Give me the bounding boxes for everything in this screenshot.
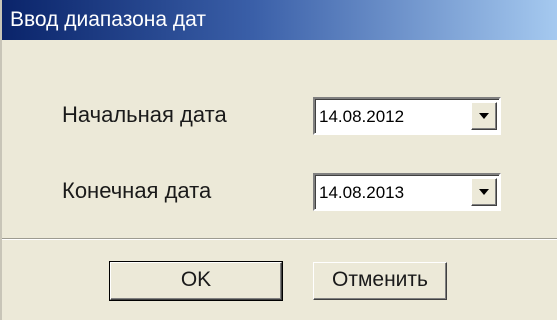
button-area-separator [2, 238, 557, 240]
end-date-label: Конечная дата [62, 178, 212, 203]
date-range-dialog: Ввод диапазона дат Начальная дата 14.08.… [0, 0, 557, 320]
start-date-dropdown-button[interactable] [471, 102, 497, 130]
window-title: Ввод диапазона дат [10, 8, 206, 31]
title-bar[interactable]: Ввод диапазона дат [2, 0, 557, 40]
start-date-value[interactable]: 14.08.2012 [319, 107, 404, 127]
end-date-value[interactable]: 14.08.2013 [319, 183, 404, 203]
chevron-down-icon [479, 189, 489, 195]
end-date-dropdown-button[interactable] [471, 178, 497, 206]
start-date-label: Начальная дата [62, 102, 227, 127]
start-date-combobox[interactable]: 14.08.2012 [313, 97, 501, 135]
ok-button[interactable]: OK [109, 261, 283, 301]
cancel-button[interactable]: Отменить [313, 262, 447, 300]
end-date-combobox[interactable]: 14.08.2013 [313, 173, 501, 211]
chevron-down-icon [479, 113, 489, 119]
